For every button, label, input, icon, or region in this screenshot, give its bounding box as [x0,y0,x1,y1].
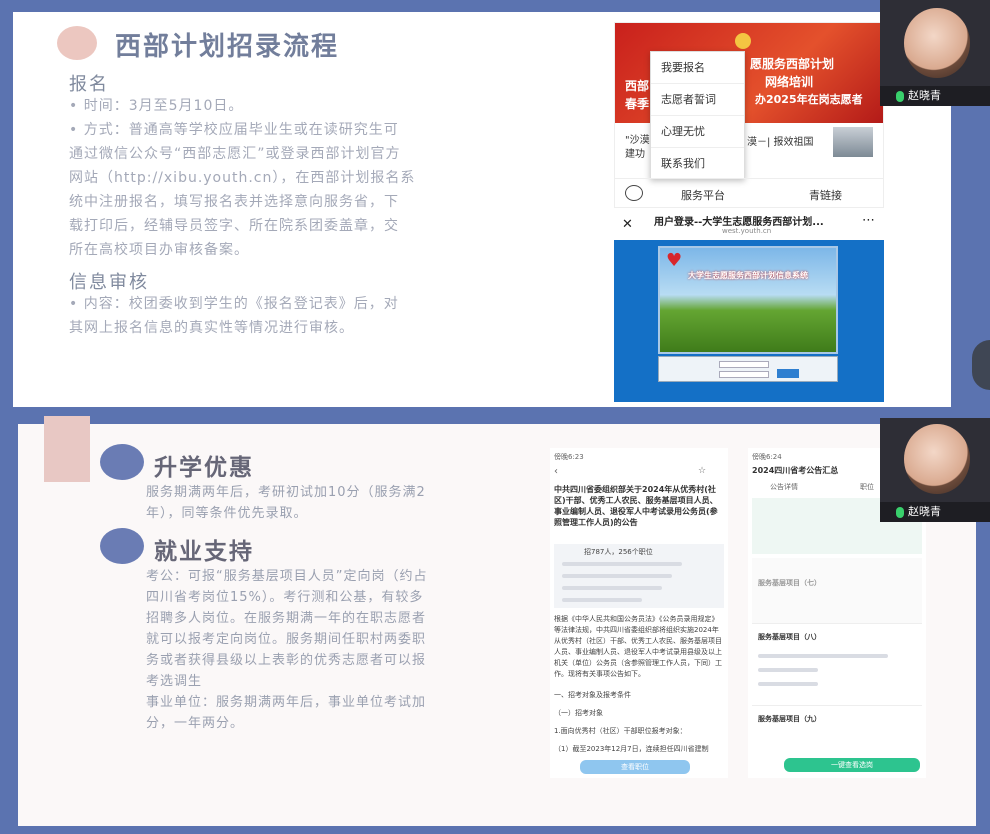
phone2-item-card[interactable]: 服务基层项目（九） [752,710,922,750]
heading2-dot [100,528,144,564]
phone1-section-3: 1.面向优秀村（社区）干部职位报考对象： [554,727,687,735]
tab-positions[interactable]: 职位 [860,482,874,492]
phone1-section-2: （一）招考对象 [554,709,603,717]
participant-tile-bottom[interactable]: 赵晓青 [880,418,990,522]
close-icon[interactable]: ✕ [622,217,633,232]
employment-support-text: 考公：可报“服务基层项目人员”定向岗（约占 四川省考岗位15%）。考行测和公基，… [146,569,428,731]
participant-name: 赵晓青 [880,86,990,106]
slide-benefits: 升学优惠 服务期满两年后，考研初试加10分（服务满2 年），同等条件优先录取。 … [18,416,976,826]
phone1-summary-box: 招787人，256个职位 [554,544,724,608]
service-menu: 我要报名 志愿者誓词 心理无忧 联系我们 [650,51,745,179]
view-positions-button[interactable]: 查看职位 [580,760,690,774]
summary-line [562,586,662,590]
phone2-title: 2024四川省考公告汇总 [752,466,839,475]
heading-employment-support: 就业支持 [154,539,254,565]
announcement-phone-screenshot: 傍晚6:23 ‹ ☆ 中共四川省委组织部关于2024年从优秀村(社区)干部、优秀… [550,448,728,778]
summary-line [562,598,642,602]
phone1-announcement-title: 中共四川省委组织部关于2024年从优秀村(社区)干部、优秀工人农民、服务基层项目… [554,485,718,527]
login-form [658,356,838,382]
participant-avatar [904,8,970,78]
pink-accent-bar [44,416,90,482]
keyboard-icon[interactable] [625,185,643,201]
phone1-status-time: 傍晚6:23 [554,453,584,461]
menu-item-oath[interactable]: 志愿者誓词 [651,84,744,116]
phone1-section-1: 一、招考对象及报考条件 [554,691,631,699]
more-icon[interactable]: ⋯ [862,213,875,228]
side-scroll-handle[interactable] [972,340,990,390]
review-content: 内容：校团委收到学生的《报名登记表》后，对 其网上报名信息的真实性等情况进行审核… [69,292,539,340]
heading-education-benefit: 升学优惠 [154,455,254,481]
banner-line-1: 愿服务西部计划 [750,57,835,71]
banner-line-3: 办2025年在岗志愿者 [755,93,863,106]
phone2-status-time: 傍晚6:24 [752,453,782,461]
back-icon[interactable]: ‹ [554,466,558,477]
title-dot [57,26,97,60]
education-benefit-text: 服务期满两年后，考研初试加10分（服务满2 年），同等条件优先录取。 [146,485,426,521]
banner-left-1: 西部 [625,79,650,93]
phone1-section-4: （1）截至2023年12月7日，连续担任四川省建制 [554,745,709,753]
wechat-account-screenshot: 愿服务西部计划 网络培训 办2025年在岗志愿者 西部 春季 "沙漠 建功 漠－… [614,22,884,208]
participant-avatar [904,424,970,494]
quick-select-button[interactable]: 一键查看选岗 [784,758,920,772]
item-line [758,654,888,658]
heading1-dot [100,444,144,480]
login-body: ♥ 大学生志愿服务西部计划信息系统 [614,240,884,402]
menu-item-register[interactable]: 我要报名 [651,52,744,84]
star-icon[interactable]: ☆ [698,466,706,476]
password-field[interactable] [719,371,769,378]
mic-icon [896,90,904,102]
tab-announcement-detail[interactable]: 公告详情 [770,482,798,492]
banner-left-2: 春季 [625,97,650,111]
system-banner-title: 大学生志愿服务西部计划信息系统 [688,271,808,280]
username-field[interactable] [719,361,769,368]
phone2-item-card[interactable]: 服务基层项目（八） [752,628,922,706]
participant-tile-top[interactable]: 赵晓青 [880,0,990,106]
article-thumbnail [833,127,873,157]
article-title-left-2[interactable]: 建功 [625,145,645,160]
login-url: west.youth.cn [722,227,772,235]
emblem-icon [735,33,751,49]
phone1-body: 根据《中华人民共和国公务员法》《公务员录用规定》等法律法规，中共四川省委组织部将… [554,615,722,678]
phone1-summary: 招787人，256个职位 [584,548,653,556]
login-page-screenshot: ✕ 用户登录--大学生志愿服务西部计划... west.youth.cn ⋯ ♥… [614,210,884,402]
login-title: 用户登录--大学生志愿服务西部计划... [654,217,824,228]
mic-icon [896,506,904,518]
login-button[interactable] [777,369,799,378]
summary-line [562,574,672,578]
wechat-bottom-nav: 服务平台 青链接 [615,178,883,207]
section-heading-review: 信息审核 [69,272,149,293]
page-title: 西部计划招录流程 [115,32,340,62]
phone2-item-card[interactable]: 服务基层项目（七） [752,558,922,624]
login-header: ✕ 用户登录--大学生志愿服务西部计划... west.youth.cn ⋯ [614,210,884,240]
nav-service-platform[interactable]: 服务平台 [681,187,725,203]
article-title-left-1[interactable]: "沙漠 [625,131,650,146]
slide-registration-process: 西部计划招录流程 报名 时间：3月至5月10日。 方式：普通高等学校应届毕业生或… [13,12,951,407]
item-line [758,668,818,672]
banner-line-2: 网络培训 [765,75,814,89]
heart-logo-icon: ♥ [666,250,683,271]
menu-item-contact[interactable]: 联系我们 [651,148,744,180]
section-heading-registration: 报名 [69,74,109,95]
summary-line [562,562,682,566]
registration-time: 时间：3月至5月10日。 [69,94,243,118]
item-line [758,682,818,686]
registration-method: 方式：普通高等学校应届毕业生或在读研究生可 通过微信公众号“西部志愿汇”或登录西… [69,118,539,262]
participant-name: 赵晓青 [880,502,990,522]
menu-item-mental[interactable]: 心理无忧 [651,116,744,148]
nav-youth-link[interactable]: 青链接 [809,187,842,203]
article-title-right[interactable]: 漠－| 报效祖国 [747,133,814,148]
system-banner: ♥ 大学生志愿服务西部计划信息系统 [658,246,838,354]
